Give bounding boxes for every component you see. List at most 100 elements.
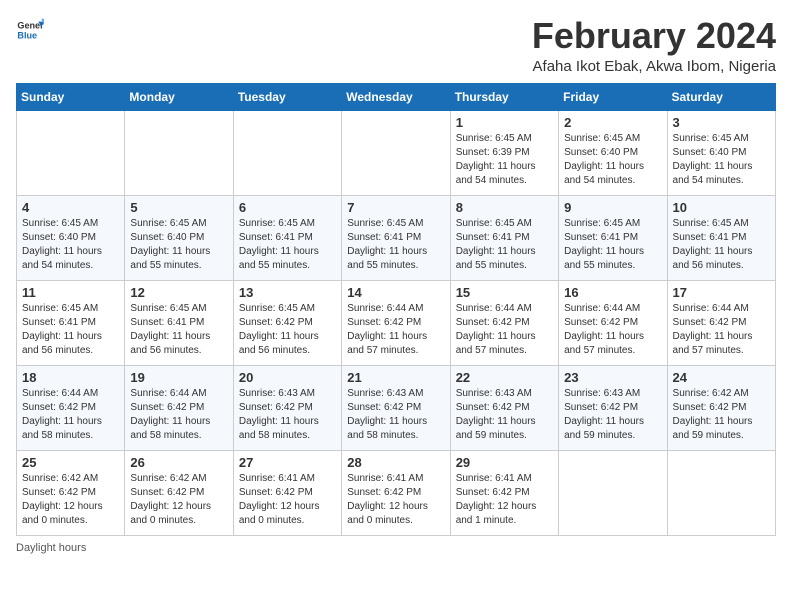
day-number: 20 bbox=[239, 370, 336, 385]
day-info: Sunrise: 6:41 AM Sunset: 6:42 PM Dayligh… bbox=[239, 472, 336, 528]
day-info: Sunrise: 6:45 AM Sunset: 6:41 PM Dayligh… bbox=[130, 302, 227, 358]
calendar-cell: 3 Sunrise: 6:45 AM Sunset: 6:40 PM Daylig… bbox=[667, 110, 775, 195]
day-number: 7 bbox=[347, 200, 444, 215]
week-row-3: 18 Sunrise: 6:44 AM Sunset: 6:42 PM Dayli… bbox=[17, 365, 776, 450]
calendar-cell: 20 Sunrise: 6:43 AM Sunset: 6:42 PM Dayli… bbox=[233, 365, 341, 450]
calendar-cell: 28 Sunrise: 6:41 AM Sunset: 6:42 PM Dayli… bbox=[342, 450, 450, 535]
calendar-table: SundayMondayTuesdayWednesdayThursdayFrid… bbox=[16, 83, 776, 536]
calendar-cell: 4 Sunrise: 6:45 AM Sunset: 6:40 PM Daylig… bbox=[17, 195, 125, 280]
day-number: 26 bbox=[130, 455, 227, 470]
day-number: 3 bbox=[673, 115, 770, 130]
calendar-cell: 14 Sunrise: 6:44 AM Sunset: 6:42 PM Dayli… bbox=[342, 280, 450, 365]
calendar-header: SundayMondayTuesdayWednesdayThursdayFrid… bbox=[17, 83, 776, 110]
day-info: Sunrise: 6:45 AM Sunset: 6:40 PM Dayligh… bbox=[564, 132, 661, 188]
day-info: Sunrise: 6:45 AM Sunset: 6:40 PM Dayligh… bbox=[130, 217, 227, 273]
column-header-friday: Friday bbox=[559, 83, 667, 110]
week-row-2: 11 Sunrise: 6:45 AM Sunset: 6:41 PM Dayli… bbox=[17, 280, 776, 365]
calendar-cell: 24 Sunrise: 6:42 AM Sunset: 6:42 PM Dayli… bbox=[667, 365, 775, 450]
column-header-thursday: Thursday bbox=[450, 83, 558, 110]
calendar-cell: 22 Sunrise: 6:43 AM Sunset: 6:42 PM Dayli… bbox=[450, 365, 558, 450]
day-number: 27 bbox=[239, 455, 336, 470]
calendar-cell: 5Sunrise: 6:45 AM Sunset: 6:40 PM Daylig… bbox=[125, 195, 233, 280]
day-number: 12 bbox=[130, 285, 227, 300]
calendar-cell: 25Sunrise: 6:42 AM Sunset: 6:42 PM Dayli… bbox=[17, 450, 125, 535]
calendar-cell: 27 Sunrise: 6:41 AM Sunset: 6:42 PM Dayli… bbox=[233, 450, 341, 535]
calendar-cell bbox=[233, 110, 341, 195]
day-number: 23 bbox=[564, 370, 661, 385]
day-info: Sunrise: 6:45 AM Sunset: 6:41 PM Dayligh… bbox=[347, 217, 444, 273]
calendar-cell: 15 Sunrise: 6:44 AM Sunset: 6:42 PM Dayli… bbox=[450, 280, 558, 365]
day-number: 16 bbox=[564, 285, 661, 300]
day-number: 22 bbox=[456, 370, 553, 385]
subtitle: Afaha Ikot Ebak, Akwa Ibom, Nigeria bbox=[532, 58, 776, 75]
day-number: 28 bbox=[347, 455, 444, 470]
column-header-saturday: Saturday bbox=[667, 83, 775, 110]
day-info: Sunrise: 6:45 AM Sunset: 6:41 PM Dayligh… bbox=[239, 217, 336, 273]
day-info: Sunrise: 6:45 AM Sunset: 6:41 PM Dayligh… bbox=[564, 217, 661, 273]
day-number: 8 bbox=[456, 200, 553, 215]
calendar-cell: 9 Sunrise: 6:45 AM Sunset: 6:41 PM Daylig… bbox=[559, 195, 667, 280]
calendar-cell bbox=[342, 110, 450, 195]
day-number: 24 bbox=[673, 370, 770, 385]
calendar-cell bbox=[17, 110, 125, 195]
calendar-cell: 1 Sunrise: 6:45 AM Sunset: 6:39 PM Daylig… bbox=[450, 110, 558, 195]
day-info: Sunrise: 6:43 AM Sunset: 6:42 PM Dayligh… bbox=[347, 387, 444, 443]
week-row-0: 1 Sunrise: 6:45 AM Sunset: 6:39 PM Daylig… bbox=[17, 110, 776, 195]
day-number: 2 bbox=[564, 115, 661, 130]
day-info: Sunrise: 6:44 AM Sunset: 6:42 PM Dayligh… bbox=[456, 302, 553, 358]
day-info: Sunrise: 6:42 AM Sunset: 6:42 PM Dayligh… bbox=[673, 387, 770, 443]
calendar-cell: 18 Sunrise: 6:44 AM Sunset: 6:42 PM Dayli… bbox=[17, 365, 125, 450]
footer: Daylight hours bbox=[16, 542, 776, 554]
logo-icon: General Blue bbox=[16, 16, 44, 44]
day-info: Sunrise: 6:45 AM Sunset: 6:42 PM Dayligh… bbox=[239, 302, 336, 358]
day-number: 1 bbox=[456, 115, 553, 130]
day-number: 13 bbox=[239, 285, 336, 300]
day-info: Sunrise: 6:44 AM Sunset: 6:42 PM Dayligh… bbox=[673, 302, 770, 358]
day-info: Sunrise: 6:44 AM Sunset: 6:42 PM Dayligh… bbox=[22, 387, 119, 443]
day-info: Sunrise: 6:44 AM Sunset: 6:42 PM Dayligh… bbox=[130, 387, 227, 443]
column-header-tuesday: Tuesday bbox=[233, 83, 341, 110]
calendar-cell: 19 Sunrise: 6:44 AM Sunset: 6:42 PM Dayli… bbox=[125, 365, 233, 450]
day-info: Sunrise: 6:45 AM Sunset: 6:40 PM Dayligh… bbox=[673, 132, 770, 188]
day-number: 14 bbox=[347, 285, 444, 300]
calendar-cell: 21Sunrise: 6:43 AM Sunset: 6:42 PM Dayli… bbox=[342, 365, 450, 450]
day-info: Sunrise: 6:44 AM Sunset: 6:42 PM Dayligh… bbox=[564, 302, 661, 358]
calendar-cell bbox=[125, 110, 233, 195]
day-info: Sunrise: 6:45 AM Sunset: 6:41 PM Dayligh… bbox=[456, 217, 553, 273]
day-info: Sunrise: 6:45 AM Sunset: 6:41 PM Dayligh… bbox=[673, 217, 770, 273]
calendar-cell: 12 Sunrise: 6:45 AM Sunset: 6:41 PM Dayli… bbox=[125, 280, 233, 365]
week-row-1: 4 Sunrise: 6:45 AM Sunset: 6:40 PM Daylig… bbox=[17, 195, 776, 280]
day-number: 18 bbox=[22, 370, 119, 385]
calendar-cell: 29Sunrise: 6:41 AM Sunset: 6:42 PM Dayli… bbox=[450, 450, 558, 535]
calendar-body: 1 Sunrise: 6:45 AM Sunset: 6:39 PM Daylig… bbox=[17, 110, 776, 535]
day-number: 19 bbox=[130, 370, 227, 385]
day-number: 11 bbox=[22, 285, 119, 300]
calendar-cell: 17Sunrise: 6:44 AM Sunset: 6:42 PM Dayli… bbox=[667, 280, 775, 365]
day-info: Sunrise: 6:43 AM Sunset: 6:42 PM Dayligh… bbox=[456, 387, 553, 443]
calendar-cell bbox=[667, 450, 775, 535]
calendar-cell bbox=[559, 450, 667, 535]
day-info: Sunrise: 6:45 AM Sunset: 6:39 PM Dayligh… bbox=[456, 132, 553, 188]
day-number: 9 bbox=[564, 200, 661, 215]
title-area: February 2024 Afaha Ikot Ebak, Akwa Ibom… bbox=[532, 16, 776, 75]
day-info: Sunrise: 6:42 AM Sunset: 6:42 PM Dayligh… bbox=[130, 472, 227, 528]
calendar-cell: 16 Sunrise: 6:44 AM Sunset: 6:42 PM Dayli… bbox=[559, 280, 667, 365]
header-row: SundayMondayTuesdayWednesdayThursdayFrid… bbox=[17, 83, 776, 110]
day-info: Sunrise: 6:43 AM Sunset: 6:42 PM Dayligh… bbox=[239, 387, 336, 443]
column-header-wednesday: Wednesday bbox=[342, 83, 450, 110]
header: General Blue February 2024 Afaha Ikot Eb… bbox=[16, 16, 776, 75]
daylight-label: Daylight hours bbox=[16, 542, 86, 554]
day-info: Sunrise: 6:44 AM Sunset: 6:42 PM Dayligh… bbox=[347, 302, 444, 358]
day-info: Sunrise: 6:45 AM Sunset: 6:40 PM Dayligh… bbox=[22, 217, 119, 273]
calendar-cell: 11Sunrise: 6:45 AM Sunset: 6:41 PM Dayli… bbox=[17, 280, 125, 365]
logo: General Blue bbox=[16, 16, 44, 44]
day-number: 10 bbox=[673, 200, 770, 215]
calendar-cell: 2 Sunrise: 6:45 AM Sunset: 6:40 PM Daylig… bbox=[559, 110, 667, 195]
day-number: 6 bbox=[239, 200, 336, 215]
day-info: Sunrise: 6:41 AM Sunset: 6:42 PM Dayligh… bbox=[347, 472, 444, 528]
calendar-cell: 6 Sunrise: 6:45 AM Sunset: 6:41 PM Daylig… bbox=[233, 195, 341, 280]
day-number: 15 bbox=[456, 285, 553, 300]
main-title: February 2024 bbox=[532, 16, 776, 56]
day-number: 4 bbox=[22, 200, 119, 215]
calendar-cell: 26 Sunrise: 6:42 AM Sunset: 6:42 PM Dayli… bbox=[125, 450, 233, 535]
